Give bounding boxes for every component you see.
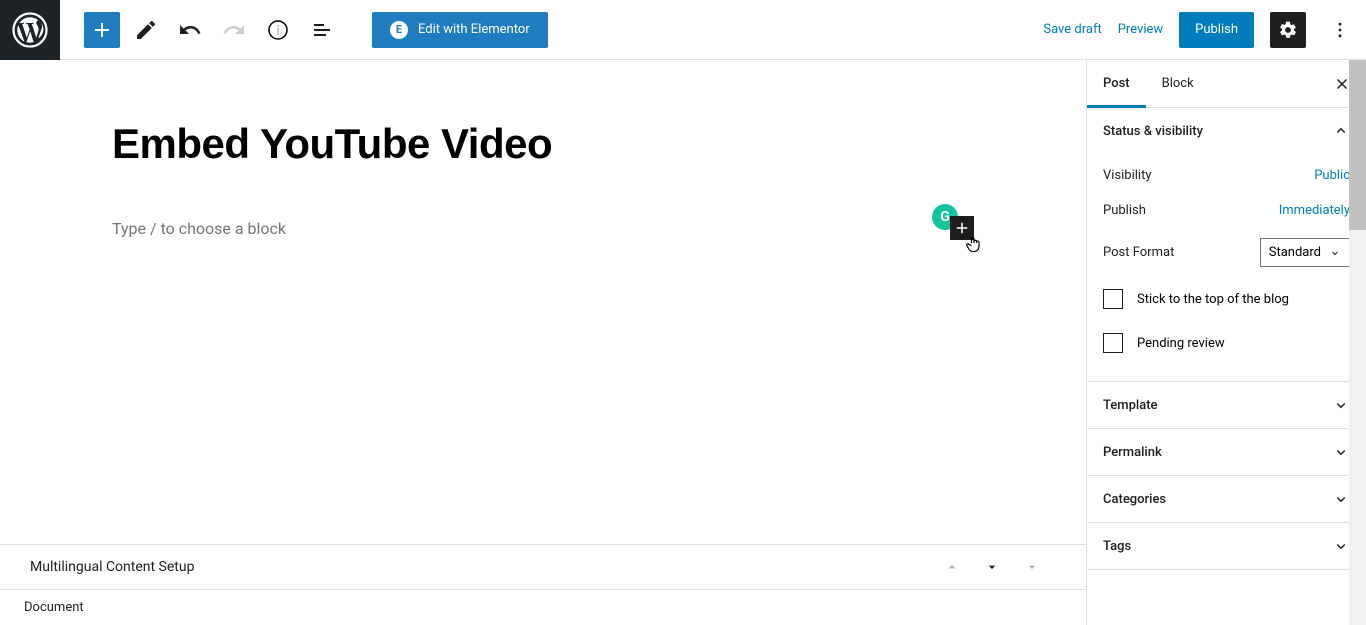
- multilingual-label: Multilingual Content Setup: [30, 559, 194, 575]
- pending-review-checkbox[interactable]: [1103, 333, 1123, 353]
- pending-review-row[interactable]: Pending review: [1103, 321, 1350, 365]
- post-format-value: Standard: [1269, 245, 1321, 260]
- editor-content[interactable]: Embed YouTube Video G Type / to choose a…: [0, 60, 1086, 544]
- outline-button[interactable]: [304, 12, 340, 48]
- save-draft-button[interactable]: Save draft: [1043, 22, 1101, 37]
- redo-icon: [222, 18, 246, 42]
- cursor-hand-icon: [964, 234, 984, 254]
- undo-button[interactable]: [172, 12, 208, 48]
- block-placeholder[interactable]: Type / to choose a block: [112, 219, 950, 238]
- tags-header[interactable]: Tags: [1087, 523, 1366, 569]
- post-format-row: Post Format Standard: [1103, 228, 1350, 277]
- categories-header[interactable]: Categories: [1087, 476, 1366, 522]
- visibility-label: Visibility: [1103, 168, 1152, 183]
- redo-button[interactable]: [216, 12, 252, 48]
- sidebar-tabs: Post Block: [1087, 60, 1366, 108]
- tab-block[interactable]: Block: [1146, 60, 1210, 107]
- permalink-title: Permalink: [1103, 445, 1162, 460]
- edit-with-elementor-button[interactable]: E Edit with Elementor: [372, 12, 548, 48]
- categories-panel: Categories: [1087, 476, 1366, 523]
- stick-top-row[interactable]: Stick to the top of the blog: [1103, 277, 1350, 321]
- plus-icon: [90, 18, 114, 42]
- chevron-down-icon: [1329, 247, 1341, 259]
- bottom-panels: Multilingual Content Setup Document: [0, 544, 1086, 625]
- permalink-header[interactable]: Permalink: [1087, 429, 1366, 475]
- chevron-up-icon: [1332, 122, 1350, 140]
- scrollbar-track[interactable]: [1349, 60, 1366, 625]
- visibility-value[interactable]: Public: [1314, 168, 1350, 183]
- pencil-icon: [134, 18, 158, 42]
- edit-tools-button[interactable]: [128, 12, 164, 48]
- permalink-panel: Permalink: [1087, 429, 1366, 476]
- main-area: Embed YouTube Video G Type / to choose a…: [0, 60, 1366, 625]
- chevron-down-icon: [1332, 396, 1350, 414]
- elementor-icon: E: [390, 21, 408, 39]
- chevron-up-icon[interactable]: [944, 559, 960, 575]
- block-inserter-row: Type / to choose a block: [112, 216, 974, 240]
- document-panel[interactable]: Document: [0, 589, 1086, 625]
- visibility-row: Visibility Public: [1103, 158, 1350, 193]
- wordpress-logo[interactable]: [0, 0, 60, 60]
- chevron-down-icon: [1332, 490, 1350, 508]
- toolbar-left-group: E Edit with Elementor: [60, 12, 548, 48]
- editor-canvas: Embed YouTube Video G Type / to choose a…: [0, 60, 1086, 625]
- scrollbar-thumb[interactable]: [1349, 60, 1366, 230]
- preview-button[interactable]: Preview: [1118, 22, 1163, 37]
- pending-review-label: Pending review: [1137, 336, 1225, 351]
- chevron-down-icon[interactable]: [984, 559, 1000, 575]
- status-visibility-header[interactable]: Status & visibility: [1087, 108, 1366, 154]
- tags-title: Tags: [1103, 539, 1131, 554]
- publish-value[interactable]: Immediately: [1279, 203, 1350, 218]
- settings-sidebar: Post Block Status & visibility Visibilit…: [1086, 60, 1366, 625]
- status-visibility-body: Visibility Public Publish Immediately Po…: [1087, 154, 1366, 381]
- categories-title: Categories: [1103, 492, 1166, 507]
- publish-button[interactable]: Publish: [1179, 12, 1254, 48]
- list-icon: [310, 18, 334, 42]
- wordpress-icon: [12, 12, 48, 48]
- publish-row: Publish Immediately: [1103, 193, 1350, 228]
- stick-top-checkbox[interactable]: [1103, 289, 1123, 309]
- info-icon: [266, 18, 290, 42]
- toolbar-right-group: Save draft Preview Publish: [1043, 12, 1366, 48]
- tab-post[interactable]: Post: [1087, 60, 1146, 107]
- undo-icon: [178, 18, 202, 42]
- template-header[interactable]: Template: [1087, 382, 1366, 428]
- template-panel: Template: [1087, 382, 1366, 429]
- triangle-down-icon[interactable]: [1024, 559, 1040, 575]
- status-visibility-panel: Status & visibility Visibility Public Pu…: [1087, 108, 1366, 382]
- settings-button[interactable]: [1270, 12, 1306, 48]
- tags-panel: Tags: [1087, 523, 1366, 570]
- status-visibility-title: Status & visibility: [1103, 124, 1203, 139]
- gear-icon: [1278, 20, 1298, 40]
- details-button[interactable]: [260, 12, 296, 48]
- chevron-down-icon: [1332, 537, 1350, 555]
- panel-controls: [944, 559, 1056, 575]
- post-format-select[interactable]: Standard: [1260, 238, 1350, 267]
- more-vertical-icon: [1330, 20, 1350, 40]
- chevron-down-icon: [1332, 443, 1350, 461]
- post-format-label: Post Format: [1103, 245, 1174, 260]
- document-label: Document: [24, 600, 84, 615]
- publish-label: Publish: [1103, 203, 1146, 218]
- template-title: Template: [1103, 398, 1158, 413]
- stick-top-label: Stick to the top of the blog: [1137, 292, 1289, 307]
- multilingual-panel[interactable]: Multilingual Content Setup: [0, 544, 1086, 589]
- add-block-toolbar-button[interactable]: [84, 12, 120, 48]
- elementor-label: Edit with Elementor: [418, 22, 530, 37]
- post-title-input[interactable]: Embed YouTube Video: [112, 120, 1086, 168]
- more-options-button[interactable]: [1322, 12, 1358, 48]
- top-toolbar: E Edit with Elementor Save draft Preview…: [0, 0, 1366, 60]
